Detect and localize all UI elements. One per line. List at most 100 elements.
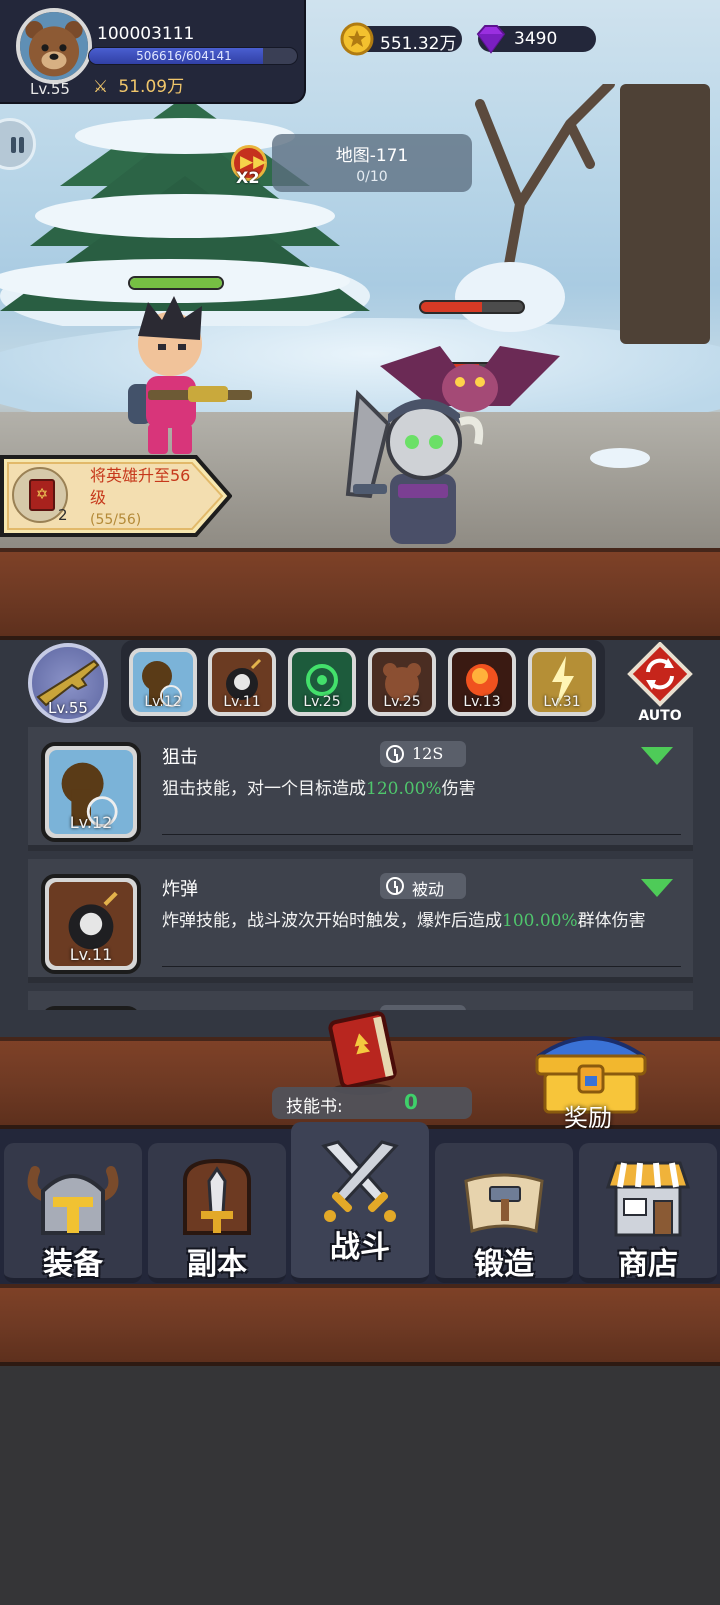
star-icon: ✡	[35, 485, 49, 503]
poison-icon: Lv.25	[292, 652, 352, 712]
player-id: 100003111	[97, 24, 195, 44]
enemy-hp-fill	[421, 302, 483, 312]
dungeon-sword-icon	[183, 1158, 251, 1235]
nav-equipment[interactable]: 装备	[4, 1143, 142, 1283]
nav-battle[interactable]: 战斗	[291, 1122, 429, 1283]
skill-slot-lightning[interactable]: Lv.31	[528, 648, 596, 716]
skill-icon: Lv.11	[41, 874, 141, 974]
bear-icon: Lv.25	[372, 652, 432, 712]
gem-value: 3490	[514, 29, 558, 49]
skill-slot-poison[interactable]: Lv.25	[288, 648, 356, 716]
skeleton-knight-enemy[interactable]	[318, 384, 508, 548]
exp-text: 506616/604141	[136, 49, 232, 63]
coin-counter[interactable]: 551.32万	[340, 22, 462, 56]
skill-icon: Lv.12	[41, 742, 141, 842]
weapon-button[interactable]: Lv.55	[28, 643, 108, 723]
snowy-pine-tree	[0, 96, 370, 326]
clock-icon	[386, 877, 404, 895]
nav-label: 装备	[43, 1247, 103, 1282]
hero-hp-bar	[128, 276, 224, 290]
cooldown-text: 被动	[412, 880, 445, 899]
hero-character[interactable]	[118, 296, 258, 456]
battle-scene: Lv.55 100003111 506616/604141 ⚔ 51.09万 5…	[0, 0, 720, 548]
quest-progress: (55/56)	[90, 512, 142, 528]
quest-text: 将英雄升至56级	[90, 466, 191, 507]
gold-coin-icon	[340, 22, 374, 56]
desc-value: 120.00%	[366, 779, 442, 799]
snow-mound	[455, 262, 565, 332]
nav-dungeon[interactable]: 副本	[148, 1143, 286, 1283]
desc-text: 伤害	[441, 779, 476, 799]
auto-refresh-icon	[627, 641, 693, 707]
reward-label[interactable]: 奖励	[564, 1098, 612, 1133]
nav-forge[interactable]: 锻造	[435, 1143, 573, 1283]
skill-row-bomb[interactable]: Lv.11 炸弹 被动 炸弹技能，战斗波次开始时触发，爆炸后造成100.00%群…	[28, 859, 693, 983]
skill-slot-level: Lv.31	[543, 694, 581, 710]
skill-name: 狙击	[162, 747, 198, 768]
enemy-hp-bar	[419, 300, 525, 314]
skill-slot-sniper[interactable]: Lv.12	[129, 648, 197, 716]
desc-text: 炸弹技能，战斗波次开始时触发，爆炸后造成	[162, 911, 502, 931]
helmet-icon	[27, 1166, 119, 1235]
game-screen: Lv.55 100003111 506616/604141 ⚔ 51.09万 5…	[0, 0, 720, 1605]
hero-hp-fill	[130, 278, 222, 288]
skill-slot-bomb[interactable]: Lv.11	[208, 648, 276, 716]
coin-value: 551.32万	[380, 34, 457, 54]
quest-card[interactable]: ✡ 2 将英雄升至56级 (55/56)	[0, 455, 232, 537]
expand-arrow-icon[interactable]	[641, 879, 673, 897]
nav-label: 战斗	[330, 1230, 390, 1265]
nav-shop[interactable]: 商店	[579, 1143, 717, 1283]
skill-slot-level: Lv.13	[463, 694, 501, 710]
speed-label: X2	[236, 168, 260, 187]
shop-icon	[605, 1161, 691, 1237]
wood-divider	[0, 548, 720, 640]
skill-cooldown: 12S	[380, 741, 466, 767]
divider	[162, 966, 681, 967]
skill-slot-level: Lv.25	[383, 694, 421, 710]
map-progress: 0/10	[356, 169, 388, 185]
red-book-icon: ✡	[29, 479, 55, 511]
player-info-panel: Lv.55 100003111 506616/604141 ⚔ 51.09万	[0, 0, 306, 104]
desc-text: 群体伤害	[577, 911, 646, 931]
expand-arrow-icon[interactable]	[641, 747, 673, 765]
cooldown-text: 12S	[412, 744, 444, 763]
gem-counter[interactable]: 3490	[476, 25, 596, 54]
skill-name: 炸弹	[162, 879, 198, 900]
skill-row-sniper[interactable]: Lv.12 狙击 12S 狙击技能，对一个目标造成120.00%伤害	[28, 727, 693, 851]
skill-description: 炸弹技能，战斗波次开始时触发，爆炸后造成100.00%群体伤害	[162, 909, 682, 934]
clock-icon	[386, 745, 404, 763]
bomb-icon: Lv.11	[49, 882, 133, 966]
wood-divider	[0, 1284, 720, 1366]
pause-bar	[19, 137, 24, 153]
auto-button[interactable]: AUTO	[626, 641, 694, 724]
player-level: Lv.55	[30, 80, 70, 98]
skill-list[interactable]: Lv.12 狙击 12S 狙击技能，对一个目标造成120.00%伤害 Lv.11…	[28, 727, 693, 1010]
desc-value: 100.00%	[502, 911, 578, 931]
combat-power-value: 51.09万	[118, 77, 185, 97]
empty-area	[0, 1366, 720, 1605]
sniper-icon: Lv.12	[133, 652, 193, 712]
bomb-icon: Lv.11	[212, 652, 272, 712]
desc-text: 狙击技能，对一个目标造成	[162, 779, 366, 799]
pause-bar	[11, 137, 16, 153]
bear-avatar-icon	[20, 12, 88, 80]
exp-bar: 506616/604141	[88, 47, 298, 65]
skill-book-label: 技能书:	[286, 1097, 343, 1117]
skill-cooldown: 被动	[380, 873, 466, 899]
skill-slot-level: Lv.25	[303, 694, 341, 710]
skill-level: Lv.11	[69, 945, 113, 964]
skill-slot-level: Lv.11	[223, 694, 261, 710]
skill-book-icon[interactable]	[318, 1007, 408, 1097]
skill-icon	[41, 1006, 141, 1010]
fireball-icon: Lv.13	[452, 652, 512, 712]
crossed-swords-small-icon: ⚔	[93, 77, 109, 97]
skill-slot-fireball[interactable]: Lv.13	[448, 648, 516, 716]
forge-scroll-icon	[464, 1173, 544, 1233]
skill-slot-level: Lv.12	[144, 694, 182, 710]
skill-slot-bear[interactable]: Lv.25	[368, 648, 436, 716]
nav-label: 锻造	[474, 1247, 534, 1282]
auto-label: AUTO	[638, 708, 682, 724]
quest-reward-count: 2	[58, 506, 68, 524]
player-avatar[interactable]	[16, 8, 92, 84]
purple-gem-icon	[476, 25, 506, 54]
